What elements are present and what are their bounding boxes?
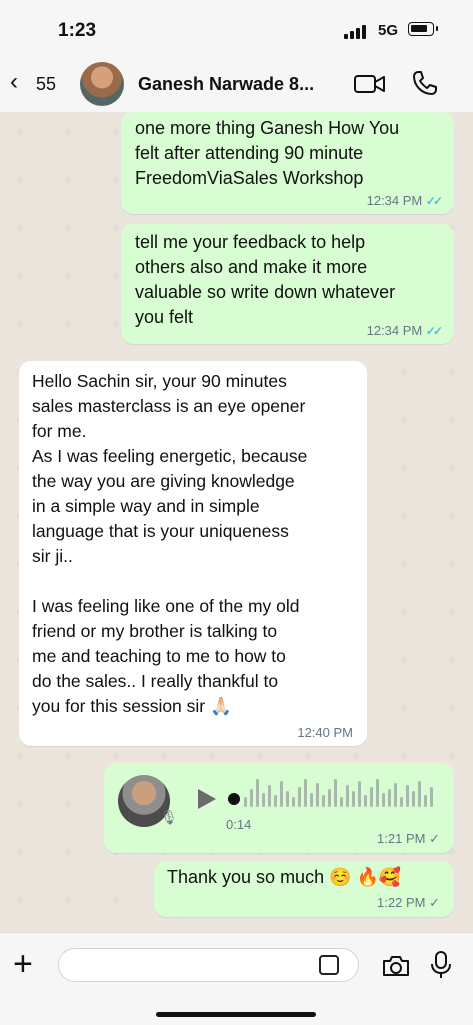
message-text: one more thing Ganesh How You felt after… [135,118,400,188]
check-icon: ✓ [429,831,440,846]
phone-icon[interactable] [412,70,438,96]
message-bubble-outgoing[interactable]: one more thing Ganesh How You felt after… [121,112,454,214]
back-button[interactable]: ‹ [10,68,18,96]
sticker-icon[interactable] [319,955,339,975]
message-time: 1:21 PM [377,831,426,846]
voice-duration: 0:14 [226,817,252,832]
message-bubble-outgoing[interactable]: Thank you so much ☺️ 🔥🥰 1:22 PM ✓ [154,861,454,917]
message-bubble-outgoing[interactable]: tell me your feedback to help others als… [121,224,454,344]
double-check-icon: ✓✓ [425,324,443,338]
message-time: 12:34 PM [366,193,423,208]
video-camera-icon[interactable] [354,72,386,96]
voice-message-bubble[interactable]: 🎙 0:14 1:21 PM ✓ [104,763,454,853]
battery-icon [408,22,438,36]
unread-count[interactable]: 55 [36,74,56,95]
microphone-icon: 🎙 [160,809,178,825]
message-input[interactable] [58,948,359,982]
chat-header: ‹ 55 Ganesh Narwade 8... [0,58,473,113]
network-label: 5G [378,22,399,39]
message-meta: 12:34 PM ✓✓ [366,193,443,208]
camera-icon[interactable] [382,955,410,977]
message-time: 12:40 PM [297,725,353,740]
message-text: Hello Sachin sir, your 90 minutes sales … [32,371,308,716]
message-time: 1:22 PM [377,895,426,910]
message-meta: 12:34 PM ✓✓ [366,323,443,338]
playback-scrubber[interactable] [228,793,240,805]
status-bar: 1:23 5G [0,0,473,58]
check-icon: ✓ [429,895,440,910]
message-meta: 1:22 PM ✓ [377,895,440,911]
message-text: tell me your feedback to help others als… [135,232,396,327]
contact-name[interactable]: Ganesh Narwade 8... [138,74,314,95]
contact-avatar[interactable] [80,62,124,106]
message-meta: 12:40 PM [297,725,353,740]
chevron-left-icon: ‹ [10,68,18,95]
double-check-icon: ✓✓ [425,194,443,208]
home-indicator [156,1012,316,1017]
waveform[interactable] [244,779,450,819]
message-time: 12:34 PM [366,323,423,338]
message-list[interactable]: one more thing Ganesh How You felt after… [0,112,473,932]
play-icon[interactable] [198,789,216,809]
message-meta: 1:21 PM ✓ [377,831,440,847]
microphone-icon[interactable] [430,951,452,979]
message-bubble-incoming[interactable]: Hello Sachin sir, your 90 minutes sales … [19,361,367,746]
signal-icon [344,25,370,39]
status-time: 1:23 [58,20,97,41]
plus-icon[interactable]: + [13,945,33,984]
message-text: Thank you so much ☺️ 🔥🥰 [167,867,402,887]
